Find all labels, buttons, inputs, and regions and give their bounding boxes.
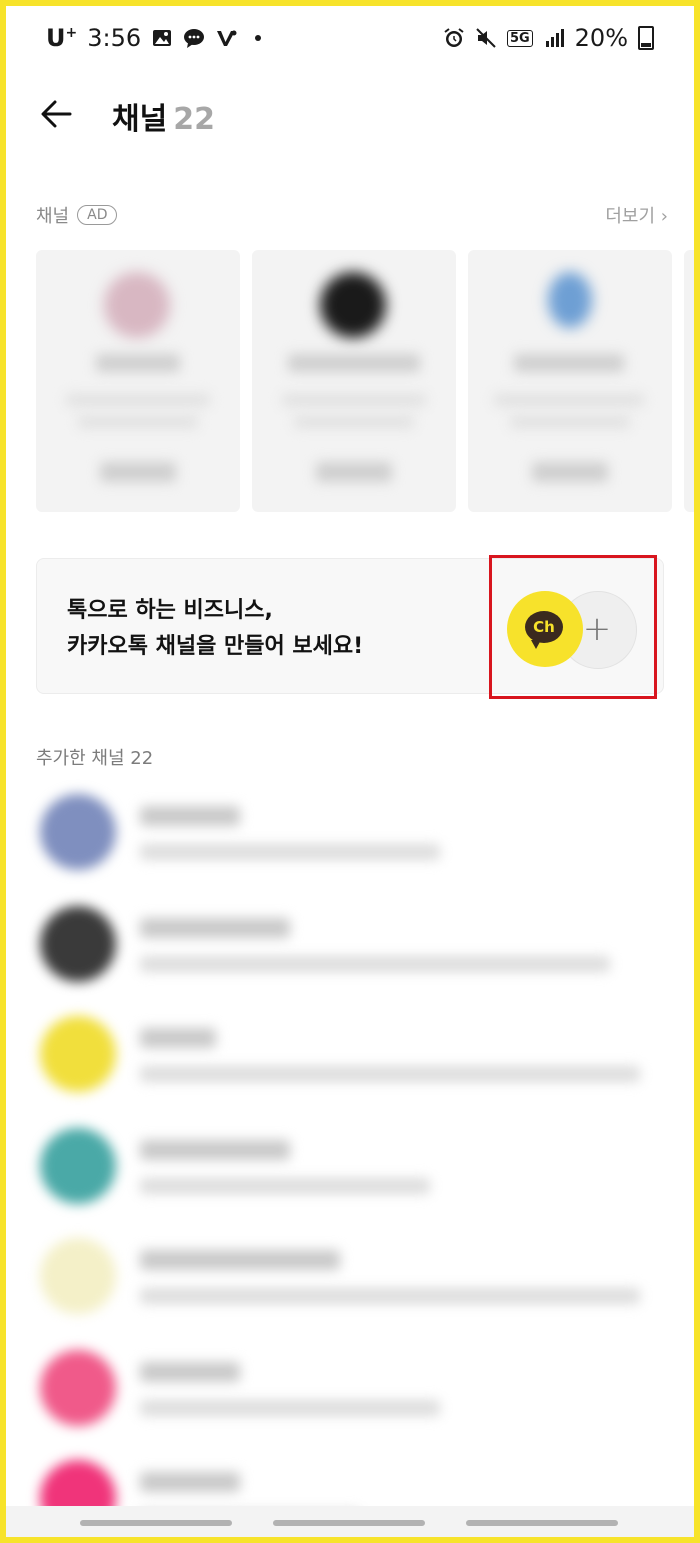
alarm-icon [444, 28, 464, 47]
system-nav-bar [6, 1506, 694, 1537]
channel-list-item[interactable] [36, 1012, 676, 1112]
channel-list-item[interactable] [36, 790, 676, 890]
dot-icon [255, 35, 262, 41]
v-app-icon [217, 30, 237, 46]
channel-count: 22 [173, 102, 215, 137]
promo-text: 톡으로 하는 비즈니스, 카카오톡 채널을 만들어 보세요! [67, 598, 364, 659]
channel-list-item[interactable] [36, 1124, 676, 1224]
network-5g-icon: 5G [506, 29, 533, 47]
app-header: 채널 22 [6, 70, 694, 160]
create-channel-button[interactable]: + Ch [507, 589, 637, 669]
channel-list-item[interactable] [36, 1346, 676, 1446]
page-title: 채널 22 [112, 102, 215, 137]
ad-card-logo [320, 272, 386, 338]
nav-back-button[interactable] [466, 1520, 618, 1526]
ad-card-carousel[interactable] [36, 250, 694, 512]
battery-icon [638, 26, 654, 50]
more-link[interactable]: 더보기 › [605, 202, 668, 228]
gallery-icon [153, 30, 172, 46]
ad-card-logo [548, 272, 592, 328]
channel-list-item[interactable] [36, 1234, 676, 1334]
channel-avatar [40, 1128, 116, 1204]
ad-card[interactable] [684, 250, 694, 512]
channel-avatar [40, 1350, 116, 1426]
battery-percent: 20% [574, 24, 628, 52]
nav-home-button[interactable] [273, 1520, 425, 1526]
ad-card[interactable] [252, 250, 456, 512]
status-bar: U+ 3:56 5G 20% [6, 6, 694, 70]
ad-card[interactable] [468, 250, 672, 512]
ad-section-header: 채널 AD [36, 202, 118, 228]
nav-recents-button[interactable] [80, 1520, 232, 1526]
create-channel-banner[interactable]: 톡으로 하는 비즈니스, 카카오톡 채널을 만들어 보세요! + Ch [36, 558, 664, 694]
channel-list-item[interactable] [36, 902, 676, 1002]
back-arrow-icon[interactable] [36, 92, 80, 136]
channel-avatar [40, 1016, 116, 1092]
signal-icon [545, 29, 564, 47]
chevron-right-icon: › [660, 206, 668, 227]
ad-badge: AD [77, 205, 118, 225]
ad-card[interactable] [36, 250, 240, 512]
channel-avatar [40, 794, 116, 870]
channel-avatar [40, 1238, 116, 1314]
phone-screen: U+ 3:56 5G 20% 채널 22 채널 AD 더보기 › 톡으로 하는 … [6, 6, 694, 1537]
chat-icon [184, 29, 205, 48]
channel-avatar [40, 906, 116, 982]
carrier-label: U+ [46, 24, 78, 52]
kakao-channel-icon: Ch [507, 591, 583, 667]
added-channels-header: 추가한 채널 22 [36, 748, 154, 769]
status-time: 3:56 [87, 24, 142, 52]
ad-card-logo [104, 272, 170, 338]
mute-icon [476, 28, 496, 48]
